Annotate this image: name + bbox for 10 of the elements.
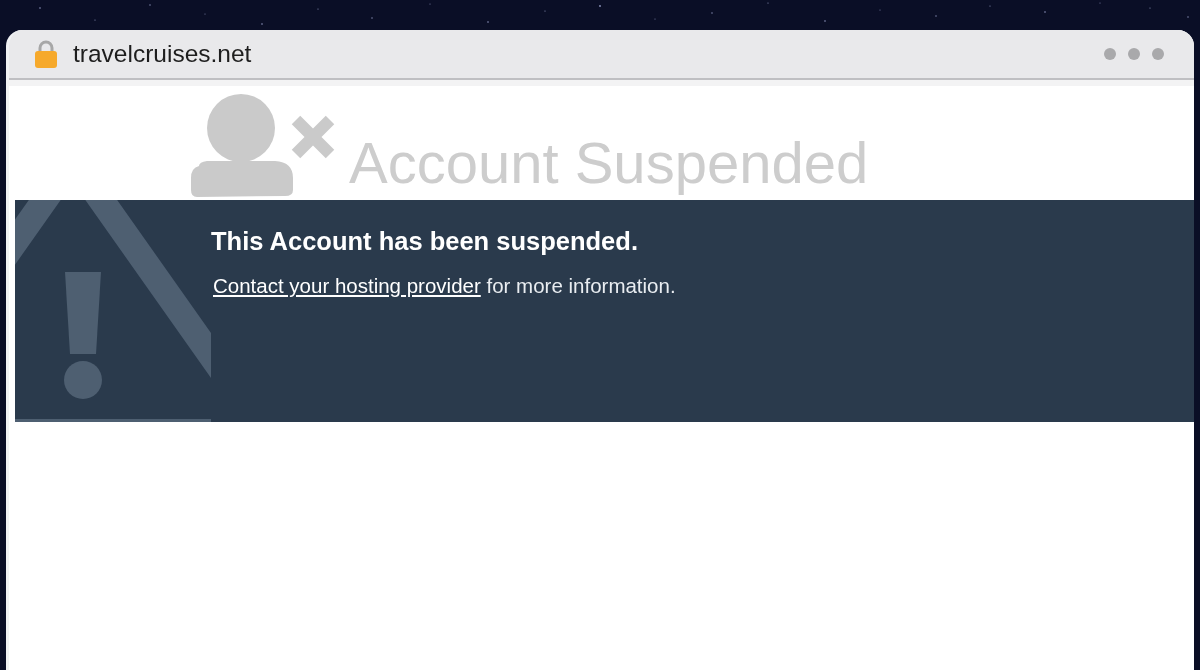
dot-icon bbox=[1128, 48, 1140, 60]
user-x-icon bbox=[189, 92, 337, 198]
dot-icon bbox=[1152, 48, 1164, 60]
lock-icon bbox=[35, 40, 57, 68]
url-text: travelcruises.net bbox=[73, 40, 252, 68]
dot-icon bbox=[1104, 48, 1116, 60]
notice-heading: This Account has been suspended. bbox=[211, 226, 639, 257]
hosting-provider-link[interactable]: Contact your hosting provider bbox=[213, 273, 481, 297]
notice-text: Contact your hosting provider for more information. bbox=[213, 272, 676, 299]
warning-triangle-icon bbox=[15, 200, 211, 422]
